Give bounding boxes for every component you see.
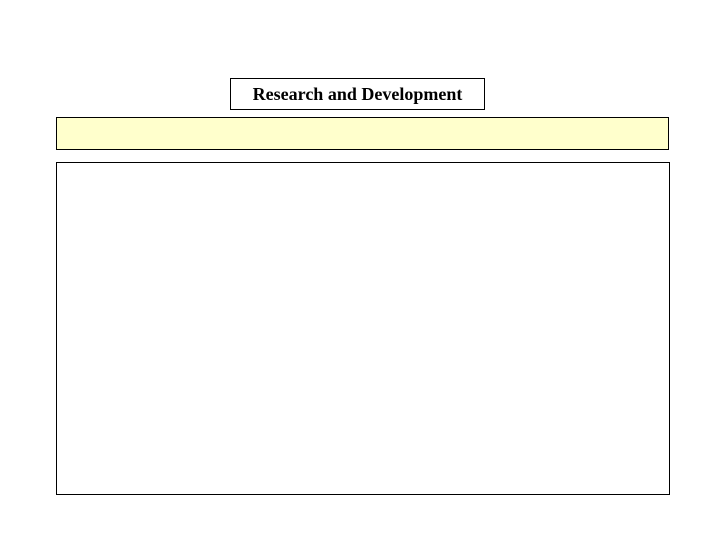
content-area — [56, 162, 670, 495]
slide-title: Research and Development — [252, 83, 463, 104]
slide-title-box: Research and Development — [230, 78, 485, 110]
highlight-banner — [56, 117, 669, 150]
